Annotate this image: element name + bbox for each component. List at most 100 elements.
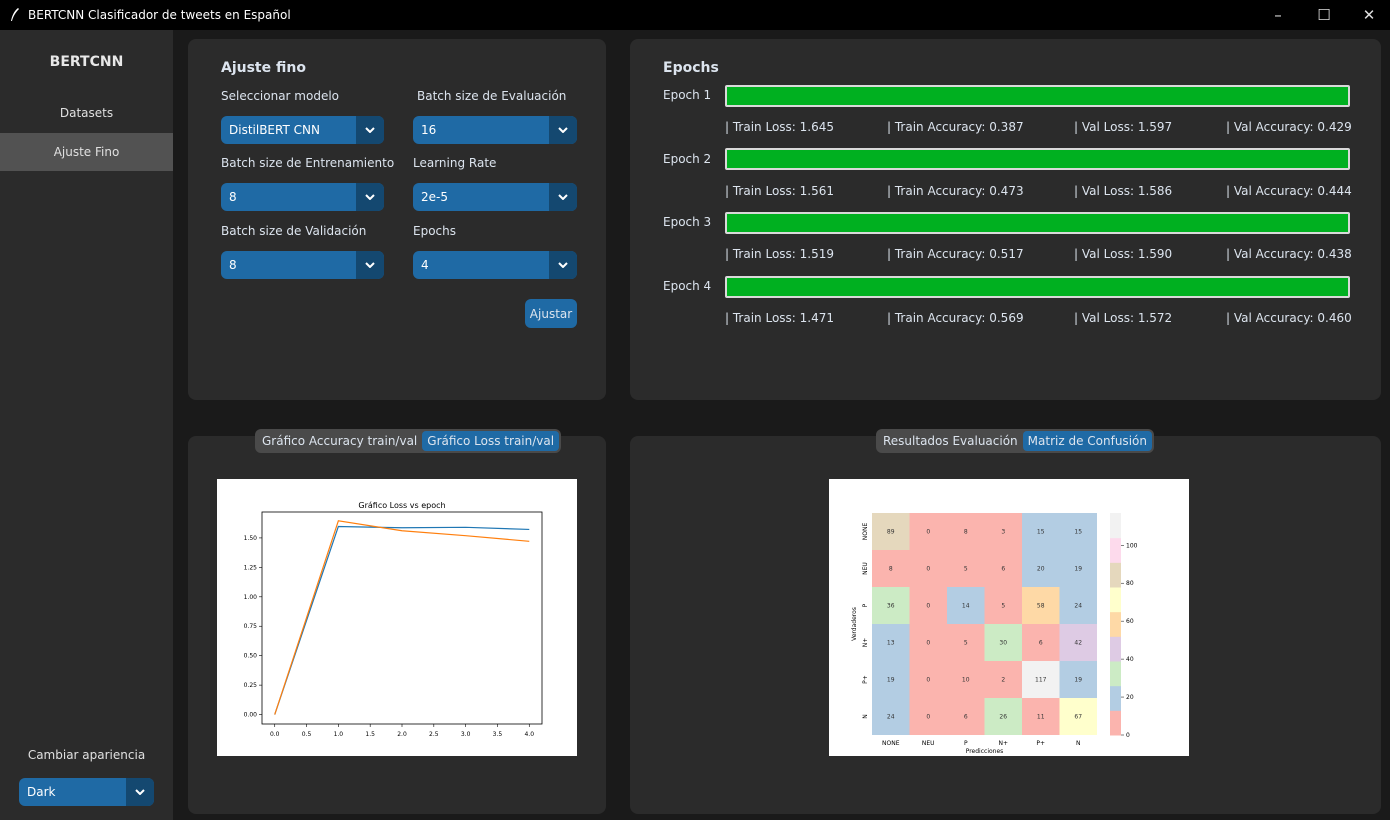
y-tick-label: N+ <box>862 638 869 648</box>
colorbar-tick-label: 80 <box>1126 580 1134 587</box>
window-title: BERTCNN Clasificador de tweets en Españo… <box>28 8 291 22</box>
epoch-label: Epoch 3 <box>663 215 712 229</box>
x-tick-label: NONE <box>882 740 900 747</box>
cell-value: 6 <box>964 714 968 721</box>
close-button[interactable]: ✕ <box>1346 0 1390 30</box>
val-batch-dropdown[interactable]: 8 <box>221 251 384 279</box>
colorbar-segment <box>1110 710 1121 736</box>
chevron-down-icon[interactable] <box>126 778 154 806</box>
maximize-button[interactable]: ☐ <box>1301 0 1347 30</box>
epoch-progress-bar <box>725 212 1350 234</box>
cell-value: 13 <box>887 640 895 647</box>
train-batch-value: 8 <box>229 190 237 204</box>
series-line <box>274 520 530 715</box>
y-tick-label: 1.50 <box>244 535 258 542</box>
learning-rate-label: Learning Rate <box>413 156 497 170</box>
val-accuracy: | Val Accuracy: 0.429 <box>1226 120 1352 134</box>
cell-value: 0 <box>926 529 930 536</box>
plot-frame <box>261 511 543 725</box>
val-accuracy: | Val Accuracy: 0.438 <box>1226 247 1352 261</box>
confusion-matrix-chart: 89 0 8 3 15 158 0 5 6 20 1936 0 14 5 58 2413 0 5 30 6 4219 0 1… <box>851 513 1138 755</box>
learning-rate-value: 2e-5 <box>421 190 448 204</box>
appearance-label: Cambiar apariencia <box>27 748 146 762</box>
colorbar-segment <box>1110 636 1121 662</box>
cell-value: 10 <box>962 677 970 684</box>
epoch-label: Epoch 1 <box>663 88 712 102</box>
cell-value: 0 <box>926 566 930 573</box>
x-tick-label: N <box>1076 740 1081 747</box>
appearance-dropdown[interactable]: Dark <box>19 778 154 806</box>
cell-value: 0 <box>926 714 930 721</box>
chevron-down-icon[interactable] <box>356 183 384 211</box>
cell-value: 89 <box>887 529 895 536</box>
chevron-down-icon[interactable] <box>356 251 384 279</box>
epochs-title: Epochs <box>663 60 719 76</box>
epoch-progress-bar <box>725 148 1350 170</box>
cell-value: 5 <box>964 640 968 647</box>
cell-value: 20 <box>1037 566 1045 573</box>
cell-value: 19 <box>1074 566 1082 573</box>
title-bar: BERTCNN Clasificador de tweets en Españo… <box>0 0 1390 30</box>
epochs-label: Epochs <box>413 224 456 238</box>
epoch-label: Epoch 2 <box>663 152 712 166</box>
cell-value: 24 <box>1074 603 1082 610</box>
cell-value: 30 <box>999 640 1007 647</box>
colorbar-segment <box>1110 562 1121 588</box>
learning-rate-dropdown[interactable]: 2e-5 <box>413 183 577 211</box>
ajustar-button[interactable]: Ajustar <box>525 299 577 328</box>
x-tick-label: P+ <box>1036 740 1045 747</box>
sidebar-item-ajuste-fino[interactable]: Ajuste Fino <box>0 133 173 171</box>
cell-value: 5 <box>964 566 968 573</box>
cell-value: 0 <box>926 603 930 610</box>
colorbar-segment <box>1110 513 1121 539</box>
train-loss: | Train Loss: 1.471 <box>725 311 834 325</box>
eval-batch-label: Batch size de Evaluación <box>417 89 567 103</box>
eval-batch-value: 16 <box>421 123 437 137</box>
fine-tuning-title: Ajuste fino <box>221 60 306 76</box>
train-loss: | Train Loss: 1.645 <box>725 120 834 134</box>
y-tick-label: NEU <box>862 562 869 575</box>
cell-value: 6 <box>1039 640 1043 647</box>
cell-value: 5 <box>1001 603 1005 610</box>
x-tick-label: 0.0 <box>270 731 280 738</box>
y-tick-label: P+ <box>862 675 869 684</box>
x-tick-label: 3.5 <box>493 731 503 738</box>
chevron-down-icon[interactable] <box>356 116 384 144</box>
sidebar-item-datasets[interactable]: Datasets <box>0 94 173 132</box>
cell-value: 15 <box>1074 529 1082 536</box>
val-batch-label: Batch size de Validación <box>221 224 367 238</box>
chevron-down-icon[interactable] <box>549 116 577 144</box>
x-axis-label: Predicciones <box>966 748 1004 755</box>
chevron-down-icon[interactable] <box>549 251 577 279</box>
train-accuracy: | Train Accuracy: 0.517 <box>887 247 1024 261</box>
train-accuracy: | Train Accuracy: 0.387 <box>887 120 1024 134</box>
colorbar-tick-label: 20 <box>1126 694 1134 701</box>
tab-accuracy-chart[interactable]: Gráfico Accuracy train/val <box>257 431 422 451</box>
model-dropdown[interactable]: DistilBERT CNN <box>221 116 384 144</box>
x-tick-label: 1.0 <box>334 731 344 738</box>
colorbar-segment <box>1110 611 1121 637</box>
colorbar-tick-label: 100 <box>1126 542 1138 549</box>
y-tick-label: 1.25 <box>244 564 258 571</box>
tab-confusion-matrix[interactable]: Matriz de Confusión <box>1022 431 1152 451</box>
tab-evaluation-results[interactable]: Resultados Evaluación <box>878 431 1023 451</box>
cell-value: 42 <box>1074 640 1082 647</box>
colorbar-segment <box>1110 587 1121 613</box>
tab-loss-chart[interactable]: Gráfico Loss train/val <box>422 431 560 451</box>
cell-value: 0 <box>926 640 930 647</box>
train-batch-label: Batch size de Entrenamiento <box>221 156 395 170</box>
chevron-down-icon[interactable] <box>549 183 577 211</box>
train-loss: | Train Loss: 1.561 <box>725 184 834 198</box>
x-tick-label: 4.0 <box>524 731 534 738</box>
y-tick-label: P <box>862 603 869 607</box>
x-tick-label: 3.0 <box>461 731 471 738</box>
epochs-dropdown[interactable]: 4 <box>413 251 577 279</box>
cell-value: 58 <box>1037 603 1045 610</box>
minimize-button[interactable]: – <box>1255 0 1301 30</box>
eval-batch-dropdown[interactable]: 16 <box>413 116 577 144</box>
sidebar: BERTCNN Datasets Ajuste Fino Cambiar apa… <box>0 30 173 820</box>
x-tick-label: 2.5 <box>429 731 439 738</box>
train-batch-dropdown[interactable]: 8 <box>221 183 384 211</box>
y-axis-label: Verdaderos <box>851 607 858 641</box>
feather-icon <box>11 8 19 21</box>
